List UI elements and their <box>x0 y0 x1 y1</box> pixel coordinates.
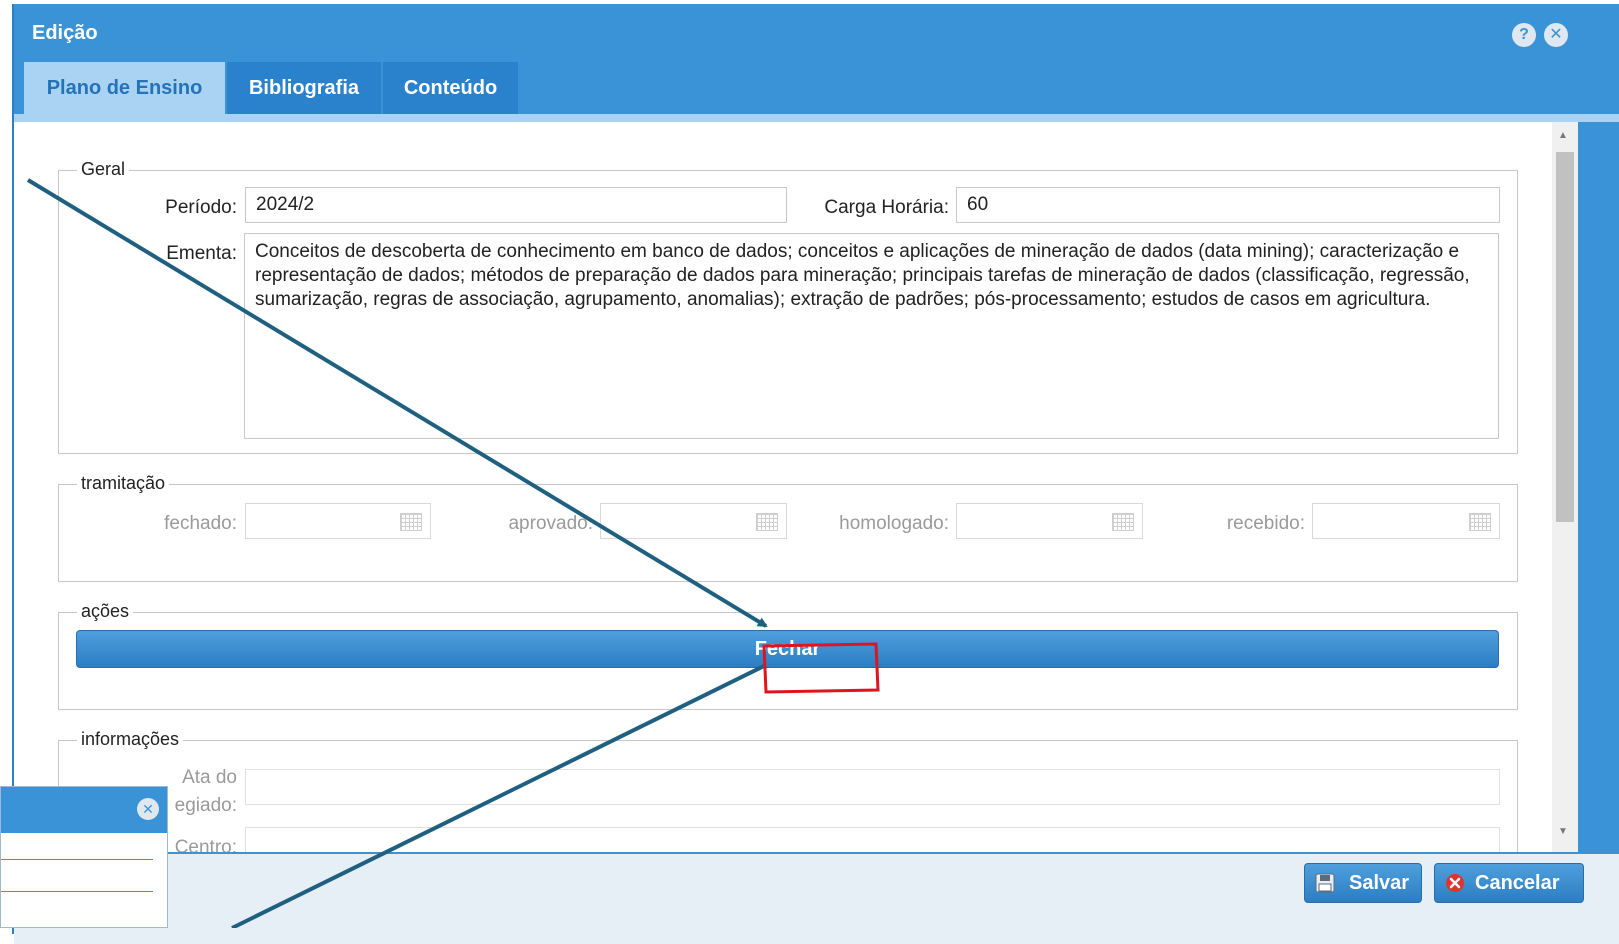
scroll-up-arrow-icon[interactable]: ▲ <box>1558 130 1568 141</box>
scroll-thumb[interactable] <box>1556 152 1574 522</box>
salvar-label: Salvar <box>1349 872 1410 894</box>
legend-acoes: ações <box>77 601 134 622</box>
fieldset-informacoes: informações Ata do egiado: Centro: <box>58 729 1518 852</box>
calendar-icon[interactable] <box>1469 513 1491 531</box>
homologado-label: homologado: <box>839 513 949 534</box>
scroll-down-arrow-icon[interactable]: ▼ <box>1558 826 1568 837</box>
tab-content: Geral Período: 2024/2 Carga Horária: 60 … <box>14 122 1552 852</box>
popup-title-bar: ✕ <box>1 787 167 833</box>
fechado-date-input[interactable] <box>245 503 431 539</box>
close-icon[interactable]: ✕ <box>1544 23 1568 47</box>
save-icon <box>1315 873 1335 893</box>
ementa-textarea[interactable]: Conceitos de descoberta de conhecimento … <box>244 233 1499 439</box>
homologado-date-input[interactable] <box>956 503 1143 539</box>
tab-conteudo[interactable]: Conteúdo <box>383 62 518 115</box>
legend-informacoes: informações <box>77 729 184 750</box>
calendar-icon[interactable] <box>400 513 422 531</box>
salvar-button[interactable]: Salvar <box>1304 863 1422 903</box>
window-title: Edição <box>32 22 98 44</box>
tab-plano-de-ensino[interactable]: Plano de Ensino <box>24 62 225 115</box>
edit-window: Edição ? ✕ Plano de Ensino Bibliografia … <box>12 4 1619 944</box>
periodo-label: Período: <box>165 197 237 218</box>
recebido-label: recebido: <box>1226 513 1305 534</box>
vertical-scrollbar[interactable]: ▲ ▼ <box>1552 122 1578 852</box>
calendar-icon[interactable] <box>756 513 778 531</box>
aprovado-date-input[interactable] <box>600 503 787 539</box>
carga-horaria-label: Carga Horária: <box>824 197 949 218</box>
cancelar-button[interactable]: Cancelar <box>1434 863 1584 903</box>
cancel-icon <box>1446 874 1464 892</box>
tab-bibliografia[interactable]: Bibliografia <box>227 62 381 115</box>
centro-input[interactable] <box>245 827 1500 852</box>
background-popup-window: ✕ <box>0 786 168 928</box>
ementa-label: Ementa: <box>166 243 237 264</box>
fechar-button[interactable]: Fechar <box>76 630 1499 668</box>
close-icon[interactable]: ✕ <box>137 798 159 820</box>
legend-geral: Geral <box>77 159 130 180</box>
popup-divider <box>1 859 153 860</box>
periodo-input[interactable]: 2024/2 <box>245 187 787 223</box>
popup-divider <box>1 891 153 892</box>
recebido-date-input[interactable] <box>1312 503 1500 539</box>
aprovado-label: aprovado: <box>508 513 593 534</box>
ata-input[interactable] <box>245 769 1500 805</box>
cancelar-label: Cancelar <box>1475 872 1560 894</box>
calendar-icon[interactable] <box>1112 513 1134 531</box>
tab-underline <box>14 114 1619 122</box>
title-bar: Edição ? ✕ <box>14 4 1619 60</box>
legend-tramitacao: tramitação <box>77 473 170 494</box>
fieldset-tramitacao: tramitação fechado: aprovado: homologado… <box>58 473 1518 582</box>
window-footer: Salvar Cancelar <box>14 852 1619 944</box>
help-icon[interactable]: ? <box>1512 23 1536 47</box>
carga-horaria-input[interactable]: 60 <box>956 187 1500 223</box>
fechado-label: fechado: <box>164 513 237 534</box>
